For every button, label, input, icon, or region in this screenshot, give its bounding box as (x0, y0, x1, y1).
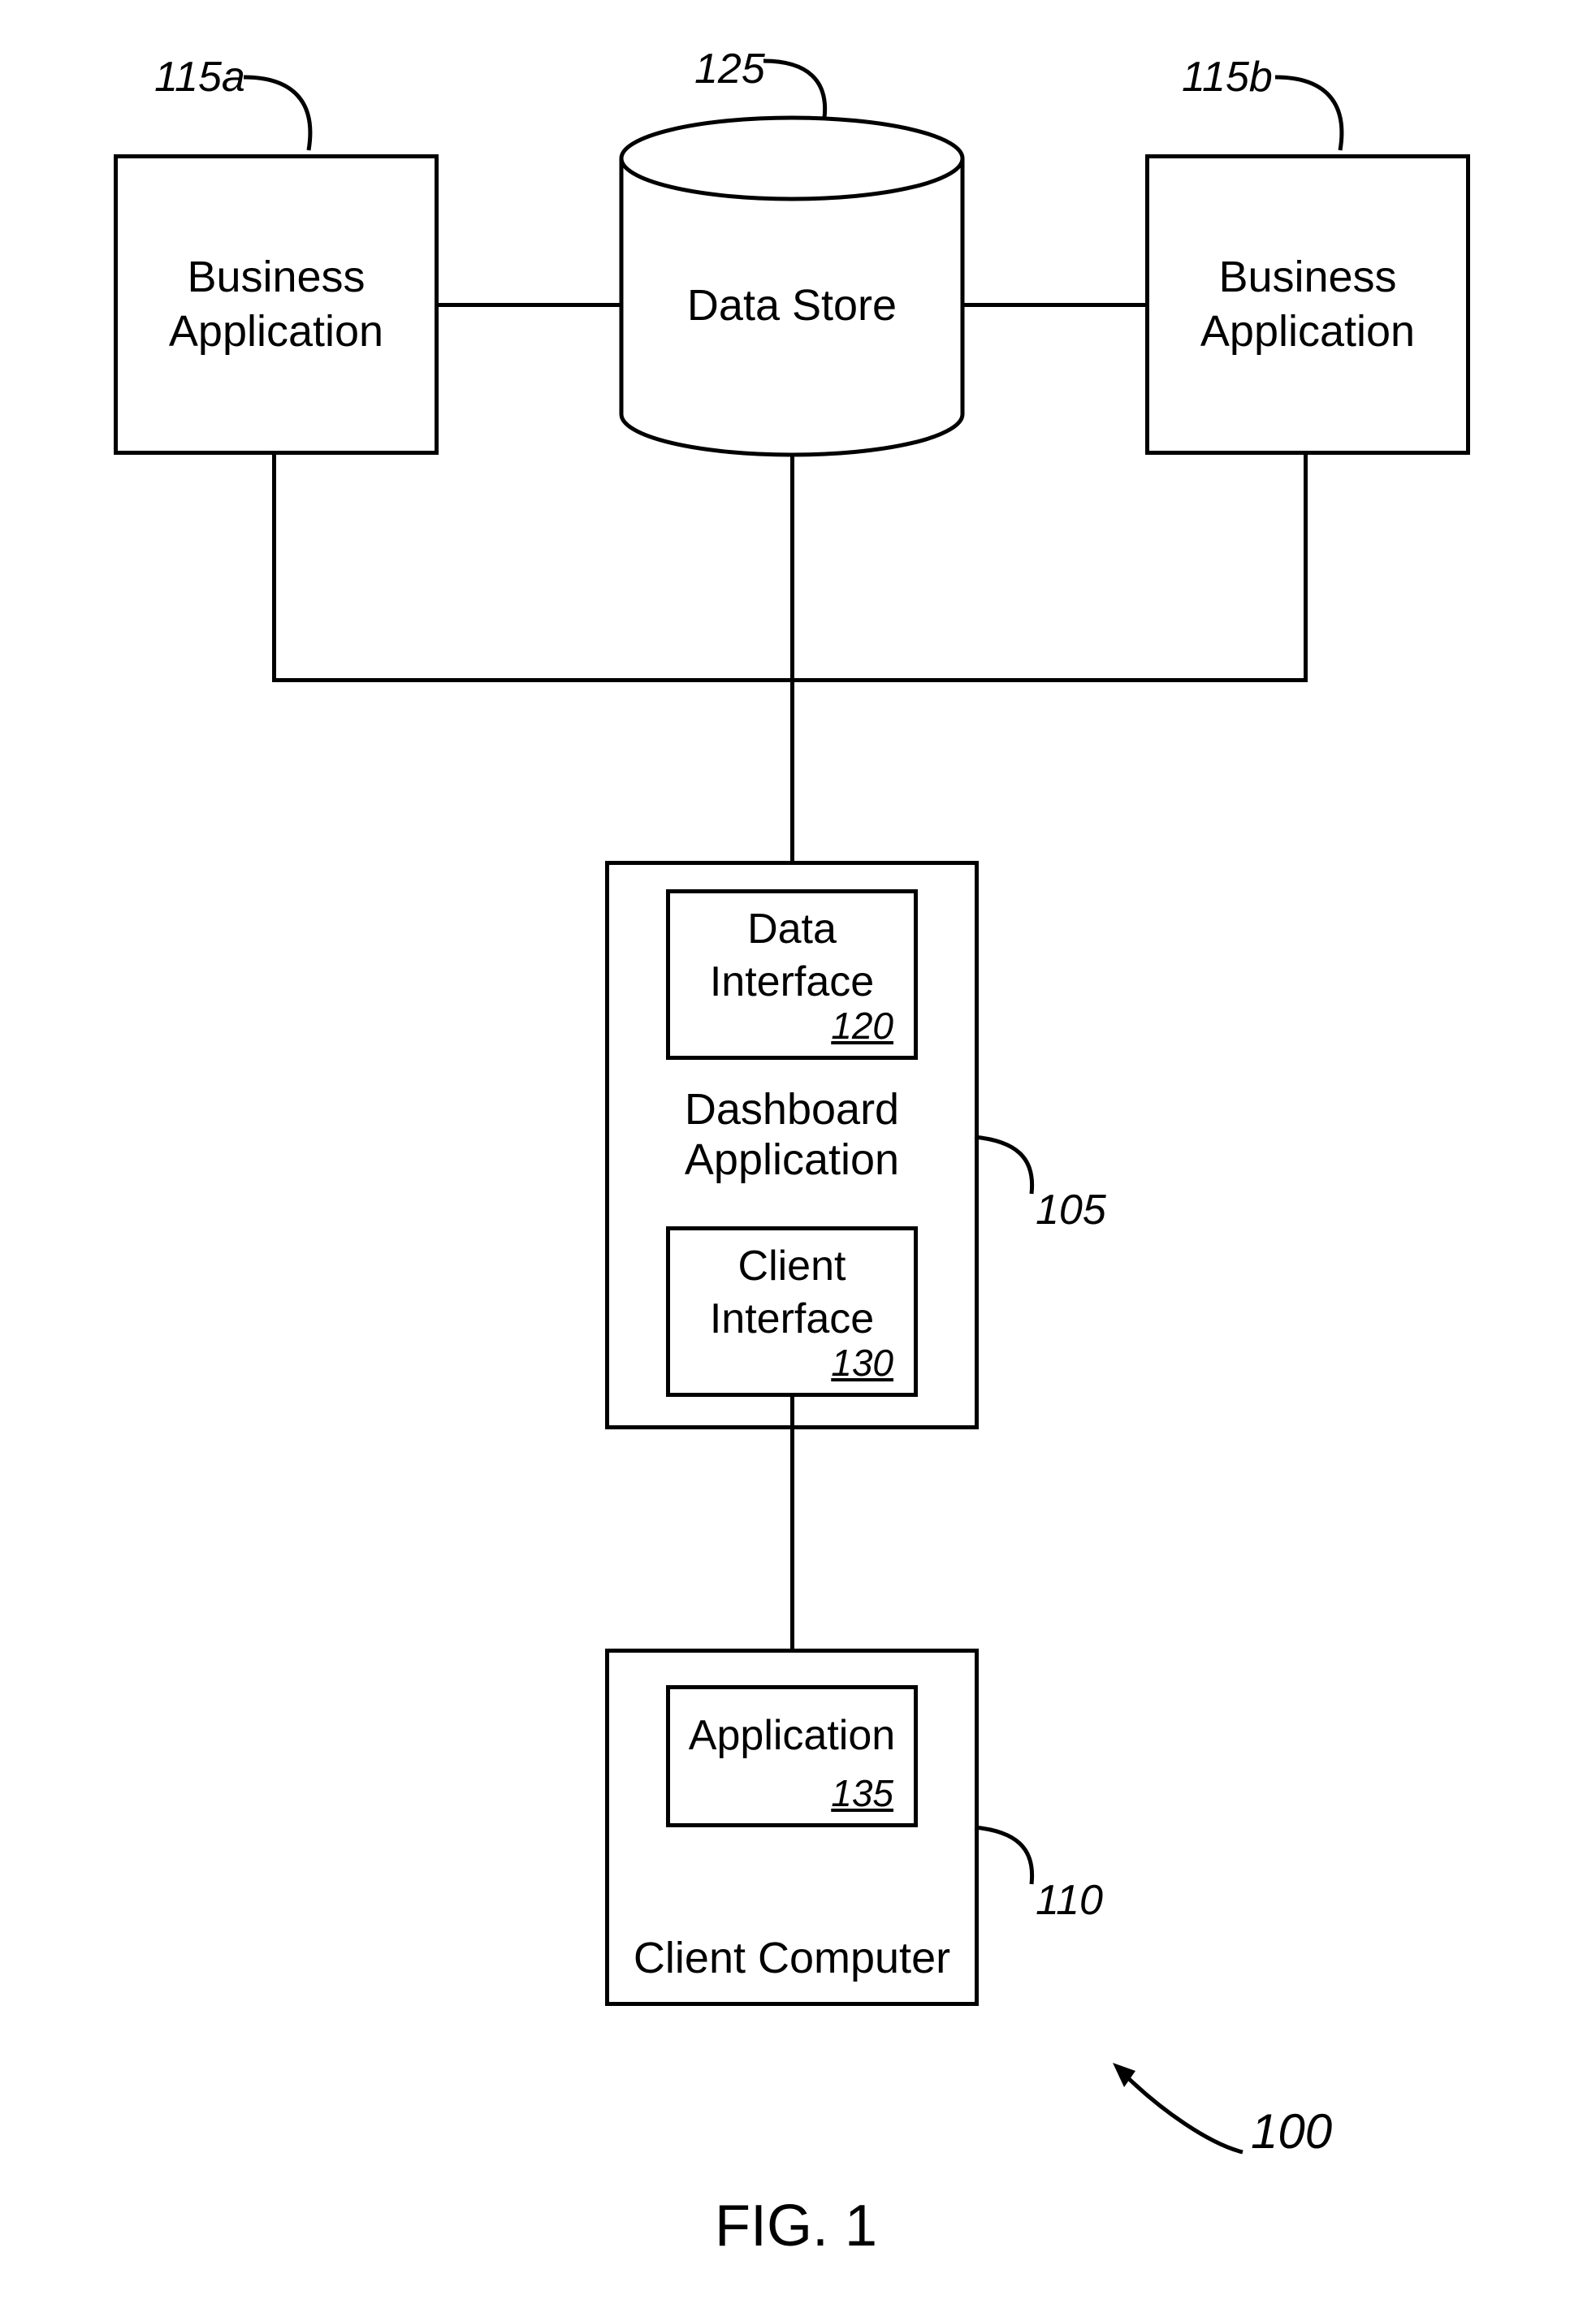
business-application-b-line2: Application (1200, 305, 1415, 360)
data-store-label: Data Store (629, 280, 954, 331)
figure-ref-100-arrow (1113, 2063, 1251, 2160)
client-interface-refnum: 130 (831, 1340, 893, 1387)
client-interface-box: Client Interface 130 (666, 1226, 918, 1397)
dashboard-leader (975, 1137, 1056, 1202)
dashboard-application-label-line1: Dashboard (685, 1085, 899, 1134)
data-store-ref: 125 (694, 45, 765, 93)
conn-dashboard-to-client (790, 1397, 794, 1649)
client-interface-line1: Client (738, 1243, 846, 1290)
business-application-a-line2: Application (169, 305, 383, 360)
client-computer-label: Client Computer (629, 1933, 954, 1983)
diagram-canvas: Business Application 115a Data Store 125… (0, 0, 1596, 2304)
business-application-a-ref: 115a (154, 53, 245, 102)
figure-label: FIG. 1 (715, 2193, 877, 2259)
client-interface-line2: Interface (710, 1295, 874, 1342)
conn-ds-down (790, 455, 794, 861)
business-application-a-box: Business Application (114, 154, 439, 455)
business-application-a-leader (244, 77, 349, 158)
data-interface-box: Data Interface 120 (666, 889, 918, 1060)
dashboard-application-label-line2: Application (685, 1135, 899, 1184)
conn-ba-down-h (272, 678, 792, 682)
conn-ba-down-v (272, 455, 276, 682)
business-application-a-line1: Business (187, 250, 365, 305)
data-interface-line2: Interface (710, 958, 874, 1005)
data-store-leader (763, 61, 853, 126)
application-label: Application (689, 1712, 895, 1759)
application-box: Application 135 (666, 1685, 918, 1827)
conn-bb-down-v (1304, 455, 1308, 682)
application-refnum: 135 (831, 1770, 893, 1818)
conn-ba-to-ds (439, 303, 621, 307)
conn-ds-to-bb (962, 303, 1145, 307)
conn-bb-down-h (792, 678, 1308, 682)
business-application-b-line1: Business (1218, 250, 1396, 305)
business-application-b-box: Business Application (1145, 154, 1470, 455)
data-interface-line1: Data (747, 906, 837, 953)
dashboard-application-label: Dashboard Application (629, 1084, 954, 1185)
business-application-b-leader (1275, 77, 1381, 158)
business-application-b-ref: 115b (1182, 53, 1273, 102)
client-computer-leader (975, 1827, 1056, 1892)
data-interface-refnum: 120 (831, 1003, 893, 1050)
figure-ref-100: 100 (1251, 2103, 1332, 2159)
